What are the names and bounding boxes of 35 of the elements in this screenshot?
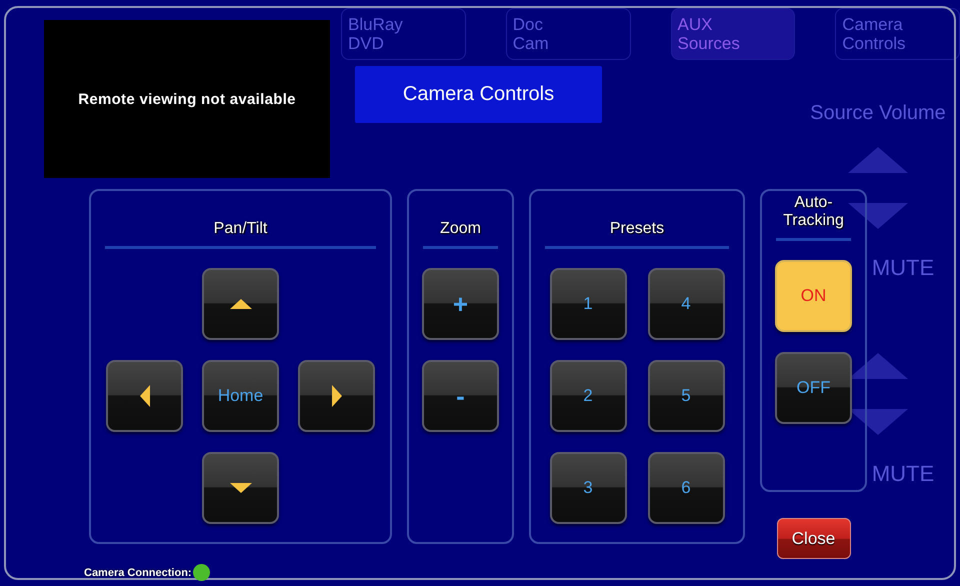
source-tab[interactable]: Doc Cam xyxy=(506,8,630,60)
close-button[interactable]: Close xyxy=(776,518,850,559)
triangle-icon xyxy=(228,482,252,494)
zoom-button[interactable]: + xyxy=(422,268,499,340)
panel-title: Pan/Tilt xyxy=(212,220,268,238)
source-tab[interactable]: AUX Sources xyxy=(670,8,796,60)
down-arrow-icon xyxy=(848,203,908,229)
source-tab[interactable]: BluRay DVD xyxy=(341,8,466,60)
arrow-button[interactable] xyxy=(202,268,279,340)
video-message: Remote viewing not available xyxy=(78,90,296,108)
control-button[interactable]: 3 xyxy=(550,452,626,524)
control-button[interactable]: 4 xyxy=(648,268,724,340)
arrow-button[interactable] xyxy=(298,360,375,432)
panel-title: Auto-Tracking xyxy=(782,194,845,230)
volume-label: Source Volume xyxy=(810,102,946,125)
mute-button[interactable]: MUTE xyxy=(872,461,934,487)
control-button[interactable]: OFF xyxy=(775,352,852,424)
control-button[interactable]: 6 xyxy=(648,452,724,524)
triangle-icon xyxy=(138,384,150,408)
arrow-button[interactable] xyxy=(106,360,183,432)
control-button[interactable]: 1 xyxy=(550,268,626,340)
control-button[interactable]: Home xyxy=(202,360,279,432)
up-arrow-icon xyxy=(848,147,908,173)
dialog-title: Camera Controls xyxy=(355,66,602,123)
triangle-icon xyxy=(228,298,252,310)
control-button[interactable]: 2 xyxy=(550,360,626,432)
control-button[interactable]: 5 xyxy=(648,360,724,432)
panel-title: Zoom xyxy=(439,220,482,238)
source-tab[interactable]: Camera Controls xyxy=(835,8,960,60)
mute-button[interactable]: MUTE xyxy=(872,255,934,281)
panel-title: Presets xyxy=(608,220,666,238)
connection-label: Camera Connection: xyxy=(84,566,192,578)
arrow-button[interactable] xyxy=(202,452,279,524)
triangle-icon xyxy=(330,384,342,408)
zoom-button[interactable]: - xyxy=(422,360,499,432)
